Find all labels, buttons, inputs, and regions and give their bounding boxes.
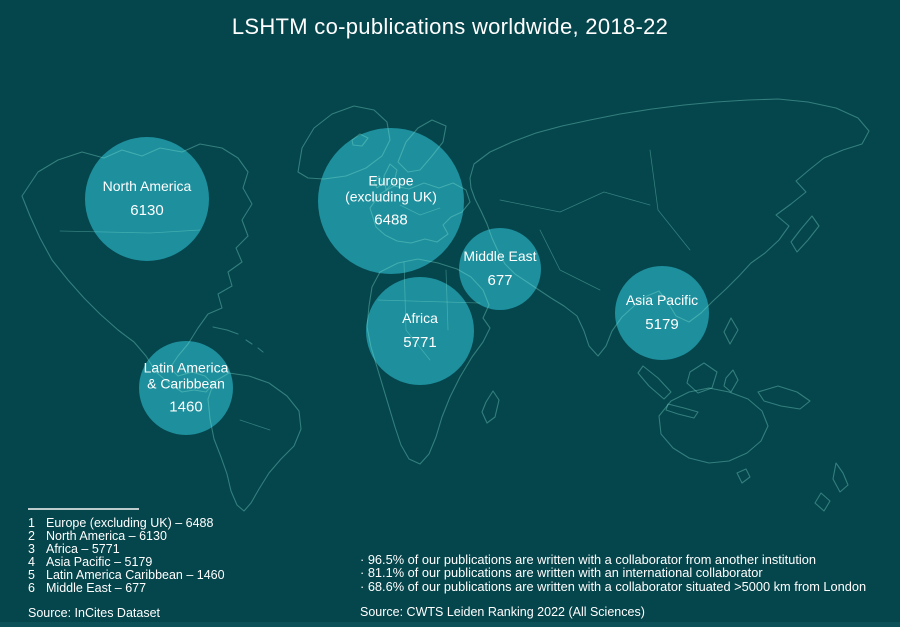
legend-item-text: Asia Pacific – 5179 bbox=[46, 556, 152, 569]
legend-item-rank: 6 bbox=[28, 582, 46, 595]
legend-item-text: Middle East – 677 bbox=[46, 582, 146, 595]
legend-item-rank: 2 bbox=[28, 530, 46, 543]
legend-item-text: Africa – 5771 bbox=[46, 543, 120, 556]
facts-source: Source: CWTS Leiden Ranking 2022 (All Sc… bbox=[360, 605, 866, 619]
fact-bullet: · 96.5% of our publications are written … bbox=[360, 553, 866, 566]
bottom-strip bbox=[0, 622, 900, 627]
fact-bullet: · 68.6% of our publications are written … bbox=[360, 580, 866, 593]
legend-item: 5Latin America Caribbean – 1460 bbox=[28, 569, 225, 582]
legend-item: 3Africa – 5771 bbox=[28, 543, 225, 556]
legend-items: 1Europe (excluding UK) – 64882North Amer… bbox=[28, 517, 225, 594]
legend-item: 4Asia Pacific – 5179 bbox=[28, 556, 225, 569]
bubble-layer bbox=[85, 128, 709, 435]
legend-item-text: Latin America Caribbean – 1460 bbox=[46, 569, 225, 582]
legend-item: 2North America – 6130 bbox=[28, 530, 225, 543]
bubble-north-america bbox=[85, 137, 209, 261]
bubble-latin-america-caribbean bbox=[139, 341, 233, 435]
fact-bullets: · 96.5% of our publications are written … bbox=[360, 553, 866, 593]
bubble-africa bbox=[366, 277, 474, 385]
legend-item-rank: 4 bbox=[28, 556, 46, 569]
legend-item: 6Middle East – 677 bbox=[28, 582, 225, 595]
legend-item-rank: 3 bbox=[28, 543, 46, 556]
legend-item-rank: 5 bbox=[28, 569, 46, 582]
fact-bullet: · 81.1% of our publications are written … bbox=[360, 566, 866, 579]
chart-title: LSHTM co-publications worldwide, 2018-22 bbox=[0, 14, 900, 40]
legend-divider bbox=[28, 508, 139, 510]
legend-item-text: Europe (excluding UK) – 6488 bbox=[46, 517, 213, 530]
infographic-canvas: LSHTM co-publications worldwide, 2018-22… bbox=[0, 0, 900, 627]
legend: 1Europe (excluding UK) – 64882North Amer… bbox=[28, 508, 225, 620]
bubble-europe-excluding-uk- bbox=[318, 128, 464, 274]
bubble-asia-pacific bbox=[615, 266, 709, 360]
legend-item-rank: 1 bbox=[28, 517, 46, 530]
facts-panel: · 96.5% of our publications are written … bbox=[360, 553, 866, 619]
bubble-middle-east bbox=[459, 228, 541, 310]
legend-item: 1Europe (excluding UK) – 6488 bbox=[28, 517, 225, 530]
legend-item-text: North America – 6130 bbox=[46, 530, 167, 543]
legend-source: Source: InCites Dataset bbox=[28, 606, 225, 620]
